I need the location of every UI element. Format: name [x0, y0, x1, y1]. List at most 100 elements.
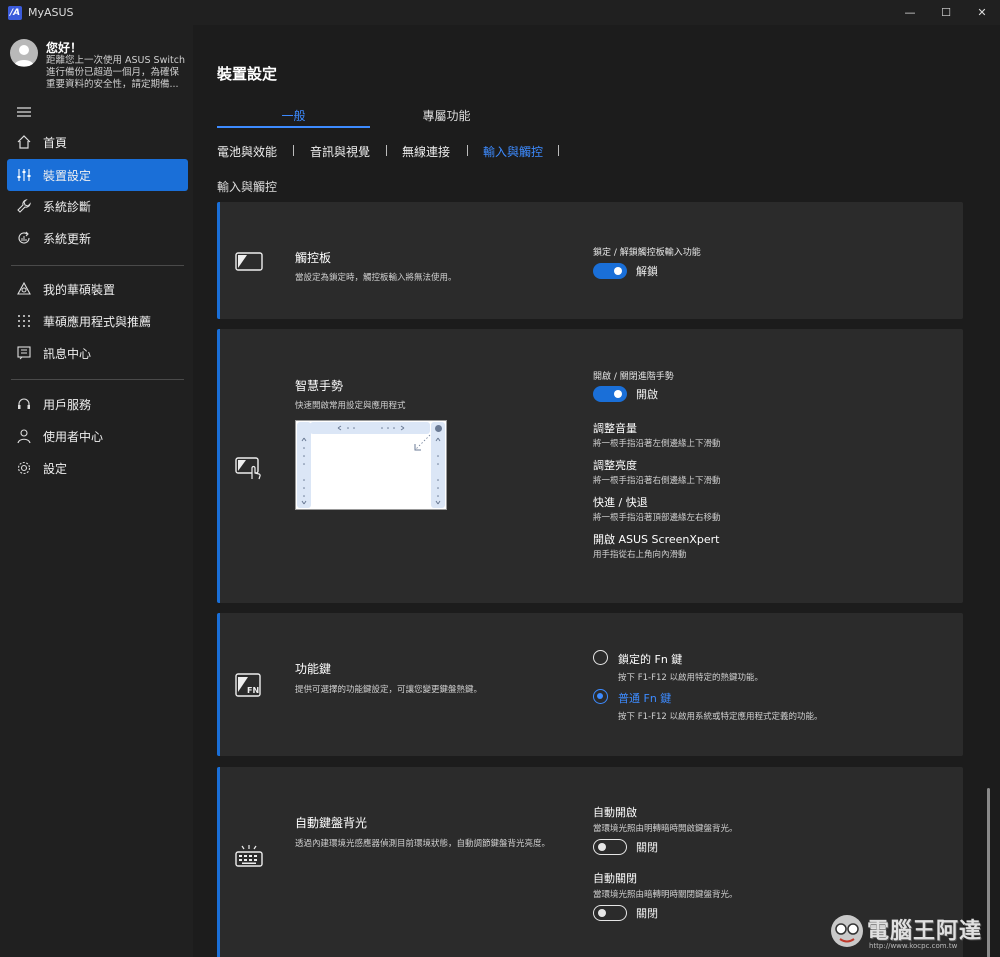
subtab-divider — [386, 145, 387, 156]
auto-on-desc: 當環境光照由明轉暗時開啟鍵盤背光。 — [593, 824, 738, 834]
update-icon — [16, 230, 32, 246]
sidebar-item-updates[interactable]: 系統更新 — [7, 222, 188, 254]
section-heading: 輸入與觸控 — [217, 180, 278, 194]
triangle-icon — [16, 281, 32, 297]
right-swipe-icon — [435, 437, 441, 505]
radio-option-desc: 按下 F1-F12 以啟用特定的熱鍵功能。 — [618, 673, 763, 683]
auto-off-toggle[interactable] — [593, 905, 627, 921]
sidebar-item-label: 我的華碩裝置 — [43, 282, 116, 297]
auto-off-desc: 當環境光照由暗轉明時關閉鍵盤背光。 — [593, 890, 738, 900]
card-title: 功能鍵 — [295, 662, 332, 676]
tab-exclusive[interactable]: 專屬功能 — [370, 107, 523, 124]
sidebar-item-label: 華碩應用程式與推薦 — [43, 314, 152, 329]
card-description: 快速開啟常用設定與應用程式 — [295, 401, 406, 411]
user-avatar-icon — [14, 45, 34, 66]
subtab-input[interactable]: 輸入與觸控 — [483, 143, 543, 160]
smart-gesture-card: 智慧手勢 快速開啟常用設定與應用程式 開啟 / 關閉進階手勢 開啟 調整音量 將… — [217, 329, 963, 603]
hamburger-menu-icon[interactable] — [16, 105, 32, 119]
touchpad-icon — [235, 252, 263, 271]
option-label: 鎖定 / 解鎖觸控板輸入功能 — [593, 248, 701, 258]
toggle-state-text: 關閉 — [636, 907, 658, 920]
sidebar-item-diagnostics[interactable]: 系統診斷 — [7, 190, 188, 222]
greeting-title: 您好！ — [46, 41, 83, 55]
sidebar-item-label: 裝置設定 — [43, 168, 92, 183]
avatar — [10, 39, 38, 67]
sidebar: 您好！ 距離您上一次使用 ASUS Switch 進行備份已超過一個月，為確保重… — [0, 25, 193, 957]
sidebar-item-messages[interactable]: 訊息中心 — [7, 337, 188, 369]
corner-dot-icon — [435, 425, 442, 432]
sidebar-item-settings[interactable]: 設定 — [7, 452, 188, 484]
tab-underline — [217, 126, 370, 128]
auto-on-toggle[interactable] — [593, 839, 627, 855]
normal-fn-radio[interactable] — [593, 689, 608, 704]
card-description: 提供可選擇的功能鍵設定，可讓您變更鍵盤熱鍵。 — [295, 685, 483, 695]
sidebar-item-home[interactable]: 首頁 — [7, 126, 188, 158]
minimize-button[interactable]: — — [892, 0, 928, 25]
gesture-item-title: 調整音量 — [593, 422, 637, 435]
subtab-audio[interactable]: 音訊與視覺 — [310, 143, 370, 160]
sidebar-item-customer-service[interactable]: 用戶服務 — [7, 388, 188, 420]
window-controls: — ☐ ✕ — [892, 0, 1000, 25]
watermark-text: 電腦王阿達 — [867, 919, 983, 944]
corner-swipe-icon — [414, 434, 431, 451]
sidebar-item-user-center[interactable]: 使用者中心 — [7, 420, 188, 452]
radio-option-title: 鎖定的 Fn 鍵 — [618, 653, 683, 666]
card-title: 觸控板 — [295, 251, 332, 265]
sidebar-item-label: 用戶服務 — [43, 397, 92, 412]
close-button[interactable]: ✕ — [964, 0, 1000, 25]
auto-on-title: 自動開啟 — [593, 806, 637, 819]
toggle-state-text: 關閉 — [636, 841, 658, 854]
subtab-divider — [558, 145, 559, 156]
sidebar-item-label: 首頁 — [43, 135, 68, 150]
option-label: 開啟 / 關閉進階手勢 — [593, 372, 674, 382]
gesture-item-desc: 將一根手指沿著左側邊緣上下滑動 — [593, 439, 721, 449]
sidebar-item-my-devices[interactable]: 我的華碩裝置 — [7, 273, 188, 305]
touchpad-card: 觸控板 當設定為鎖定時，觸控板輸入將無法使用。 鎖定 / 解鎖觸控板輸入功能 解… — [217, 202, 963, 319]
gear-icon — [16, 460, 32, 476]
grid-icon — [16, 313, 32, 329]
card-description: 當設定為鎖定時，觸控板輸入將無法使用。 — [295, 273, 457, 283]
asus-logo-icon: /A — [8, 5, 22, 20]
maximize-button[interactable]: ☐ — [928, 0, 964, 25]
title-bar: /A MyASUS — ☐ ✕ — [0, 0, 1000, 25]
mascot-logo-icon — [831, 915, 863, 947]
subtab-divider — [467, 145, 468, 156]
auto-off-title: 自動關閉 — [593, 872, 637, 885]
sidebar-item-label: 訊息中心 — [43, 346, 92, 361]
sliders-icon — [16, 167, 32, 183]
sidebar-item-apps[interactable]: 華碩應用程式與推薦 — [7, 305, 188, 337]
sidebar-item-device-settings[interactable]: 裝置設定 — [7, 159, 188, 191]
function-key-card: FN 功能鍵 提供可選擇的功能鍵設定，可讓您變更鍵盤熱鍵。 鎖定的 Fn 鍵 按… — [217, 613, 963, 756]
subtab-wireless[interactable]: 無線連接 — [402, 143, 450, 160]
app-title: MyASUS — [28, 6, 74, 19]
keyboard-backlight-icon — [235, 845, 263, 867]
home-icon — [16, 134, 32, 150]
gesture-item-desc: 用手指從右上角向內滑動 — [593, 550, 687, 560]
gesture-illustration — [295, 420, 447, 510]
radio-option-desc: 按下 F1-F12 以啟用系統或特定應用程式定義的功能。 — [618, 712, 823, 722]
top-swipe-icon — [337, 425, 405, 431]
gesture-item-title: 快進 / 快退 — [593, 496, 648, 509]
gesture-item-desc: 將一根手指沿著頂部邊緣左右移動 — [593, 513, 721, 523]
tab-general[interactable]: 一般 — [217, 107, 370, 124]
watermark-url: http://www.kocpc.com.tw — [869, 942, 958, 950]
gesture-item-title: 開啟 ASUS ScreenXpert — [593, 533, 720, 546]
advanced-gesture-toggle[interactable] — [593, 386, 627, 402]
subtab-battery[interactable]: 電池與效能 — [217, 143, 277, 160]
radio-option-title: 普通 Fn 鍵 — [618, 692, 672, 705]
wrench-icon — [16, 198, 32, 214]
touchpad-lock-toggle[interactable] — [593, 263, 627, 279]
headset-icon — [16, 396, 32, 412]
left-swipe-icon — [301, 437, 307, 505]
main-panel: 裝置設定 一般 專屬功能 電池與效能 音訊與視覺 無線連接 輸入與觸控 輸入與觸… — [193, 25, 1000, 957]
locked-fn-radio[interactable] — [593, 650, 608, 665]
card-description: 透過內建環境光感應器偵測目前環境狀態，自動調節鍵盤背光亮度。 — [295, 839, 551, 849]
sidebar-item-label: 系統診斷 — [43, 199, 92, 214]
sidebar-item-label: 使用者中心 — [43, 429, 104, 444]
page-title: 裝置設定 — [217, 65, 278, 83]
sidebar-item-label: 設定 — [43, 461, 68, 476]
touch-gesture-icon — [235, 457, 261, 480]
toggle-state-text: 開啟 — [636, 388, 658, 401]
toggle-state-text: 解鎖 — [636, 265, 658, 278]
sidebar-item-label: 系統更新 — [43, 231, 92, 246]
